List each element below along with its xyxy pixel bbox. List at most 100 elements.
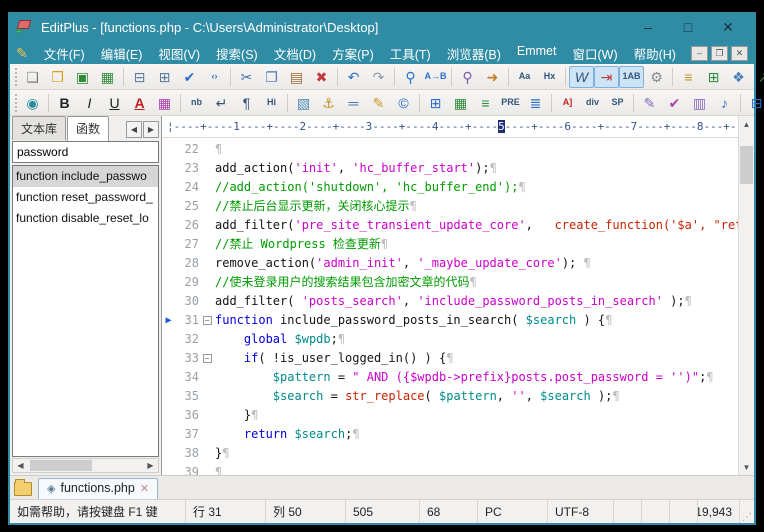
draw-check-button[interactable]: ✔ [662, 92, 687, 114]
scroll-right-icon[interactable]: ▶ [143, 459, 158, 472]
menu-item-5[interactable]: 文档(D) [266, 42, 324, 65]
mdi-restore-button[interactable]: ❐ [711, 46, 728, 61]
sidebar-tab-scroll-right-button[interactable]: ▶ [143, 121, 159, 138]
browser-button[interactable]: ◉ [20, 92, 45, 114]
span-tag-button[interactable]: SP [605, 92, 630, 114]
italic-button[interactable]: I [77, 92, 102, 114]
save-all-button[interactable]: ▦ [95, 66, 120, 88]
div-tag-button[interactable]: div [580, 92, 605, 114]
menu-item-2[interactable]: 编辑(E) [93, 42, 151, 65]
open-file-button[interactable]: ❒ [45, 66, 70, 88]
new-file-button[interactable]: ❑ [20, 66, 45, 88]
word-wrap-button[interactable]: W [569, 66, 594, 88]
scrollbar-track[interactable] [28, 459, 143, 472]
heading-button[interactable]: Hi [259, 92, 284, 114]
table-cell-button[interactable]: ▦ [448, 92, 473, 114]
scroll-left-icon[interactable]: ◀ [13, 459, 28, 472]
menu-item-7[interactable]: 工具(T) [382, 42, 439, 65]
select-font-button[interactable]: Aa [512, 66, 537, 88]
find-button[interactable]: ⚲ [398, 66, 423, 88]
menu-item-11[interactable]: 帮助(H) [626, 42, 684, 65]
paragraph-button[interactable]: ¶ [234, 92, 259, 114]
non-breaking-space-button[interactable]: nb [184, 92, 209, 114]
copyright-char-icon: © [398, 96, 408, 110]
scrollbar-track[interactable] [739, 132, 754, 459]
print-preview-button[interactable]: ⊟ [127, 66, 152, 88]
preferences-button[interactable]: ⚙ [644, 66, 669, 88]
view-in-browser-button[interactable]: ↗ [751, 66, 764, 88]
sidebar-tab-scroll-left-button[interactable]: ◀ [126, 121, 142, 138]
mdi-close-button[interactable]: ✕ [731, 46, 748, 61]
goto-line-button[interactable]: ➜ [480, 66, 505, 88]
save-button[interactable]: ▣ [70, 66, 95, 88]
sidebar-tab-functions[interactable]: 函数 [67, 116, 109, 141]
menu-item-4[interactable]: 搜索(S) [208, 42, 266, 65]
anchor-button[interactable]: ⚓ [316, 92, 341, 114]
horizontal-rule-button[interactable]: ═ [341, 92, 366, 114]
function-list-item[interactable]: function disable_reset_lo [13, 208, 158, 229]
align-center-button[interactable]: ≡ [473, 92, 498, 114]
function-list-item[interactable]: function reset_password_ [13, 187, 158, 208]
scroll-down-icon[interactable]: ▼ [739, 459, 754, 475]
html-tags-button[interactable]: ‹› [202, 66, 227, 88]
spell-check-button[interactable]: ✔ [177, 66, 202, 88]
insert-table-button[interactable]: ⊞ [423, 92, 448, 114]
menu-item-9[interactable]: Emmet [509, 42, 565, 65]
browser-toggle-button[interactable]: ❖ [726, 66, 751, 88]
redo-button[interactable]: ↷ [366, 66, 391, 88]
sidebar-tab-cliptext[interactable]: 文本库 [12, 116, 66, 140]
scroll-up-icon[interactable]: ▲ [739, 116, 754, 132]
close-button[interactable]: ✕ [708, 13, 748, 41]
hex-viewer-button[interactable]: Hx [537, 66, 562, 88]
preformatted-button[interactable]: PRE [498, 92, 523, 114]
maximize-button[interactable]: □ [668, 13, 708, 41]
menu-item-10[interactable]: 窗口(W) [564, 42, 625, 65]
underline-button[interactable]: U [102, 92, 127, 114]
find-in-files-button[interactable]: ⚲ [455, 66, 480, 88]
tab-close-icon[interactable]: ✕ [140, 482, 149, 495]
insert-image-button[interactable]: ▧ [291, 92, 316, 114]
insert-note-button[interactable]: ✎ [366, 92, 391, 114]
tab-functions-php[interactable]: ◈ functions.php ✕ [38, 478, 158, 499]
undo-button[interactable]: ↶ [341, 66, 366, 88]
resize-grip[interactable]: ⋰ [740, 500, 754, 523]
mdi-minimize-button[interactable]: – [691, 46, 708, 61]
copyright-char-button[interactable]: © [391, 92, 416, 114]
sidebar-horizontal-scrollbar[interactable]: ◀ ▶ [12, 458, 159, 473]
scrollbar-thumb[interactable] [30, 460, 92, 471]
line-break-button[interactable]: ↵ [209, 92, 234, 114]
cut-button[interactable]: ✂ [234, 66, 259, 88]
fold-toggle-icon[interactable]: − [199, 311, 215, 330]
font-color-button[interactable]: A [127, 92, 152, 114]
print-button[interactable]: ⊞ [152, 66, 177, 88]
minimize-button[interactable]: – [628, 13, 668, 41]
fold-column [199, 216, 215, 235]
insert-audio-button[interactable]: ♪ [712, 92, 737, 114]
font-tag-button[interactable]: A] [555, 92, 580, 114]
paste-button[interactable]: ▤ [284, 66, 309, 88]
menu-item-6[interactable]: 方案(P) [324, 42, 382, 65]
menu-item-8[interactable]: 浏览器(B) [439, 42, 509, 65]
folder-icon[interactable] [14, 482, 32, 496]
menu-item-1[interactable]: 文件(F) [36, 42, 93, 65]
insert-video-button[interactable]: ▥ [687, 92, 712, 114]
menu-item-3[interactable]: 视图(V) [150, 42, 208, 65]
copy-button[interactable]: ❐ [259, 66, 284, 88]
delete-button[interactable]: ✖ [309, 66, 334, 88]
document-tabs-button[interactable]: ≡ [676, 66, 701, 88]
code-editor[interactable]: 22¶23add_action('init', 'hc_buffer_start… [162, 138, 738, 475]
split-window-button[interactable]: ⊞ [701, 66, 726, 88]
form-field-button[interactable]: ✎ [637, 92, 662, 114]
replace-button[interactable]: A→B [423, 66, 448, 88]
function-list-item[interactable]: function include_passwo [13, 166, 158, 187]
fold-toggle-icon[interactable]: − [199, 349, 215, 368]
editor-vertical-scrollbar[interactable]: ▲ ▼ [738, 116, 754, 475]
scrollbar-thumb[interactable] [740, 146, 753, 184]
color-palette-button[interactable]: ▦ [152, 92, 177, 114]
bold-button[interactable]: B [52, 92, 77, 114]
function-filter-input[interactable] [12, 141, 159, 163]
bullet-list-button[interactable]: ≣ [523, 92, 548, 114]
line-numbers-button[interactable]: 1AB [619, 66, 644, 88]
text-field-button[interactable]: ⊟ [744, 92, 764, 114]
auto-indent-button[interactable]: ⇥ [594, 66, 619, 88]
